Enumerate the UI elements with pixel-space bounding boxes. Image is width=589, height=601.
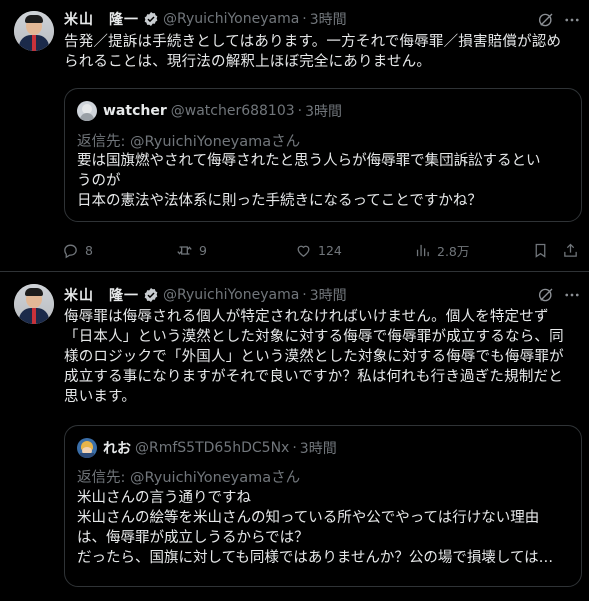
grok-icon[interactable] xyxy=(537,286,555,304)
quoted-text-line: 米山さんの絵等を米山さんの知っている所や公でやっては行けない理由 xyxy=(77,510,540,526)
reply-to-label[interactable]: 返信先: @RyuichiYoneyamaさん xyxy=(77,130,300,151)
quoted-text-line: 要は国旗燃やされて侮辱されたと思う人らが侮辱罪で集団訴訟するとい xyxy=(77,153,541,169)
quoted-author-handle[interactable]: @watcher688103 xyxy=(171,103,295,119)
quoted-tweet-text: 要は国旗燃やされて侮辱されたと思う人らが侮辱罪で集団訴訟するとい うのが 日本の… xyxy=(77,151,571,211)
author-handle[interactable]: @RyuichiYoneyama xyxy=(163,287,299,303)
quoted-timestamp[interactable]: 3時間 xyxy=(305,101,342,121)
quoted-text-line: 米山さんの言う通りですね xyxy=(77,490,251,506)
bookmark-icon xyxy=(535,243,546,258)
author-name[interactable]: 米山 隆一 xyxy=(64,9,139,29)
reply-to-label[interactable]: 返信先: @RyuichiYoneyamaさん xyxy=(77,466,300,487)
tweet-text-line: 「日本人」という漠然とした対象に対する侮辱で侮辱罪が成立するなら、同 xyxy=(64,329,564,345)
quoted-text-line: だったら、国旗に対しても同様ではありませんか？公の場で損壊しては… xyxy=(77,550,554,566)
like-count: 124 xyxy=(318,242,342,258)
timestamp[interactable]: 3時間 xyxy=(310,285,347,305)
views-button[interactable]: 2.8万 xyxy=(414,240,469,260)
reply-button[interactable]: 8 xyxy=(62,240,93,260)
tweet-text-line: 様のロジックで「外国人」という漠然とした対象に対する侮辱でも侮辱罪が xyxy=(64,349,564,365)
quoted-tweet[interactable]: れお @RmfS5TD65hDC5Nx · 3時間 返信先: @RyuichiY… xyxy=(64,425,582,587)
quoted-text-line: うのが xyxy=(77,173,121,189)
tweet[interactable]: 米山 隆一 @RyuichiYoneyama · 3時間 告発／提訴は手続きとし… xyxy=(0,0,589,272)
retweet-button[interactable]: 9 xyxy=(176,240,207,260)
tweet-text: 侮辱罪は侮辱される個人が特定されなければいけません。個人を特定せず 「日本人」と… xyxy=(64,307,578,407)
author-handle[interactable]: @RyuichiYoneyama xyxy=(163,11,299,27)
reply-icon xyxy=(64,244,77,258)
tweet[interactable]: 米山 隆一 @RyuichiYoneyama · 3時間 侮辱罪は侮辱される個人… xyxy=(0,272,589,601)
tweet-text-line: 侮辱罪は侮辱される個人が特定されなければいけません。個人を特定せず xyxy=(64,309,549,325)
analytics-icon xyxy=(416,244,429,256)
separator-dot: · xyxy=(302,11,307,27)
quoted-author-name[interactable]: れお xyxy=(103,438,131,458)
separator-dot: · xyxy=(302,287,307,303)
quoted-text-line: は、侮辱罪が成立しうるからでは？ xyxy=(77,530,309,546)
reply-count: 8 xyxy=(85,242,93,258)
share-icon xyxy=(564,243,577,257)
quoted-timestamp[interactable]: 3時間 xyxy=(300,438,337,458)
author-name[interactable]: 米山 隆一 xyxy=(64,285,139,305)
retweet-icon xyxy=(177,245,192,255)
tweet-text-line: 思います。 xyxy=(64,389,137,405)
quoted-author-name[interactable]: watcher xyxy=(103,103,167,119)
separator-dot: · xyxy=(297,103,303,119)
quoted-text-line: 日本の憲法や法体系に則った手続きになるってことですかね？ xyxy=(77,193,482,209)
more-options-icon[interactable] xyxy=(563,286,581,304)
tweet-actions: 8 9 124 2.8万 xyxy=(62,240,582,260)
timestamp[interactable]: 3時間 xyxy=(310,9,347,29)
heart-icon xyxy=(297,245,310,257)
tweet-text-line: 成立する事になりますがそれで良いですか？私は何れも行き過ぎた規制だと xyxy=(64,369,563,385)
quoted-avatar[interactable] xyxy=(77,101,97,121)
quoted-tweet[interactable]: watcher @watcher688103 · 3時間 返信先: @Ryuic… xyxy=(64,88,582,222)
avatar[interactable] xyxy=(14,11,54,51)
verified-badge-icon xyxy=(144,288,158,302)
tweet-text: 告発／提訴は手続きとしてはあります。一方それで侮辱罪／損害賠償が認め られること… xyxy=(64,32,578,72)
more-options-icon[interactable] xyxy=(563,11,581,29)
avatar[interactable] xyxy=(14,284,54,324)
share-button[interactable] xyxy=(562,240,585,260)
view-count: 2.8万 xyxy=(437,243,470,259)
grok-icon[interactable] xyxy=(537,11,555,29)
quoted-tweet-text: 米山さんの言う通りですね 米山さんの絵等を米山さんの知っている所や公でやっては行… xyxy=(77,488,571,568)
quoted-author-handle[interactable]: @RmfS5TD65hDC5Nx xyxy=(135,440,289,456)
retweet-count: 9 xyxy=(199,242,207,258)
quoted-avatar[interactable] xyxy=(77,438,97,458)
separator-dot: · xyxy=(292,440,297,456)
bookmark-button[interactable] xyxy=(532,240,555,260)
tweet-text-line: られることは、現行法の解釈上ほぼ完全にありません。 xyxy=(64,54,432,70)
like-button[interactable]: 124 xyxy=(295,240,342,260)
tweet-text-line: 告発／提訴は手続きとしてはあります。一方それで侮辱罪／損害賠償が認め xyxy=(64,34,562,50)
verified-badge-icon xyxy=(144,12,158,26)
